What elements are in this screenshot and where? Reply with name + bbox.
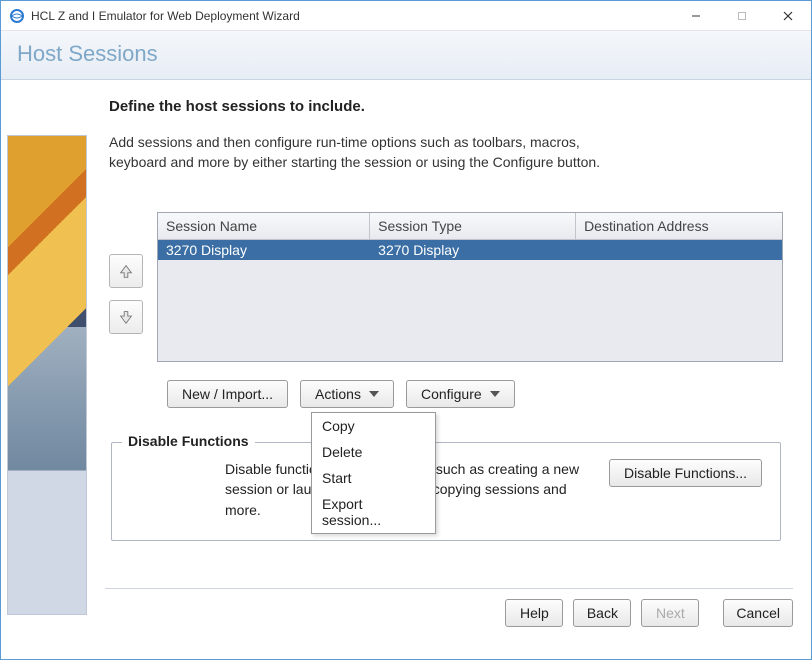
app-icon [9,8,25,24]
minimize-button[interactable] [673,1,719,31]
disable-functions-button[interactable]: Disable Functions... [609,459,762,487]
main-content: Define the host sessions to include. Add… [87,80,811,635]
reorder-controls [109,254,143,334]
help-button[interactable]: Help [505,599,563,627]
configure-button-label: Configure [421,386,482,402]
new-import-button[interactable]: New / Import... [167,380,288,408]
close-button[interactable] [765,1,811,31]
caret-down-icon [490,391,500,397]
menu-delete[interactable]: Delete [312,439,435,465]
cell-dest-addr [576,240,782,260]
table-action-row: New / Import... Actions Configure Copy D… [167,380,783,408]
caret-down-icon [369,391,379,397]
disable-functions-legend: Disable Functions [122,433,255,449]
content-heading: Define the host sessions to include. [109,98,783,115]
table-header: Session Name Session Type Destination Ad… [158,213,782,240]
configure-button[interactable]: Configure [406,380,515,408]
window-title: HCL Z and I Emulator for Web Deployment … [31,9,673,23]
wizard-header: Host Sessions [1,31,811,80]
maximize-button[interactable] [719,1,765,31]
disable-functions-group: Disable Functions Disable functions for … [111,442,781,541]
actions-dropdown: Copy Delete Start Export session... [311,412,436,534]
actions-button-label: Actions [315,386,361,402]
menu-start[interactable]: Start [312,465,435,491]
menu-export-session[interactable]: Export session... [312,491,435,533]
cell-session-type: 3270 Display [370,240,576,260]
col-session-name[interactable]: Session Name [158,213,370,239]
menu-copy[interactable]: Copy [312,413,435,439]
col-session-type[interactable]: Session Type [370,213,576,239]
title-bar: HCL Z and I Emulator for Web Deployment … [1,1,811,31]
wizard-side-image [7,135,87,615]
col-dest-addr[interactable]: Destination Address [576,213,782,239]
wizard-footer: Help Back Next Cancel [105,588,793,627]
sessions-row: Session Name Session Type Destination Ad… [109,212,783,362]
wizard-body: Define the host sessions to include. Add… [1,80,811,635]
window-controls [673,1,811,31]
sessions-table[interactable]: Session Name Session Type Destination Ad… [157,212,783,362]
move-up-button[interactable] [109,254,143,288]
back-button[interactable]: Back [573,599,631,627]
move-down-button[interactable] [109,300,143,334]
next-button: Next [641,599,699,627]
cell-session-name: 3270 Display [158,240,370,260]
cancel-button[interactable]: Cancel [723,599,793,627]
actions-button[interactable]: Actions [300,380,394,408]
page-title: Host Sessions [17,41,795,67]
content-description: Add sessions and then configure run-time… [109,133,629,172]
table-row[interactable]: 3270 Display 3270 Display [158,240,782,260]
